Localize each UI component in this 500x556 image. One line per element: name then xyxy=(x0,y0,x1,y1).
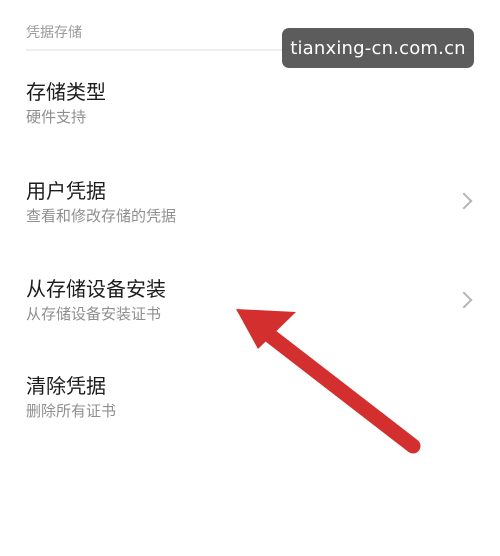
clear-credentials-subtitle: 删除所有证书 xyxy=(26,402,117,420)
user-credentials-title: 用户凭据 xyxy=(26,179,106,203)
section-header: 凭据存储 xyxy=(26,25,82,41)
settings-row-user-credentials[interactable]: 用户凭据 查看和修改存储的凭据 xyxy=(0,160,500,256)
settings-row-install-from-storage[interactable]: 从存储设备安装 从存储设备安装证书 xyxy=(0,258,500,354)
watermark-badge: tianxing-cn.com.cn xyxy=(282,28,474,68)
chevron-right-icon xyxy=(455,192,473,210)
install-from-storage-subtitle: 从存储设备安装证书 xyxy=(26,305,162,323)
clear-credentials-title: 清除凭据 xyxy=(26,374,106,398)
storage-type-title: 存储类型 xyxy=(26,80,106,104)
settings-row-storage-type[interactable]: 存储类型 硬件支持 xyxy=(0,62,500,158)
install-from-storage-title: 从存储设备安装 xyxy=(26,277,166,301)
settings-row-clear-credentials[interactable]: 清除凭据 删除所有证书 xyxy=(0,356,500,452)
user-credentials-subtitle: 查看和修改存储的凭据 xyxy=(26,207,177,225)
storage-type-subtitle: 硬件支持 xyxy=(26,108,87,126)
chevron-right-icon xyxy=(455,291,473,309)
